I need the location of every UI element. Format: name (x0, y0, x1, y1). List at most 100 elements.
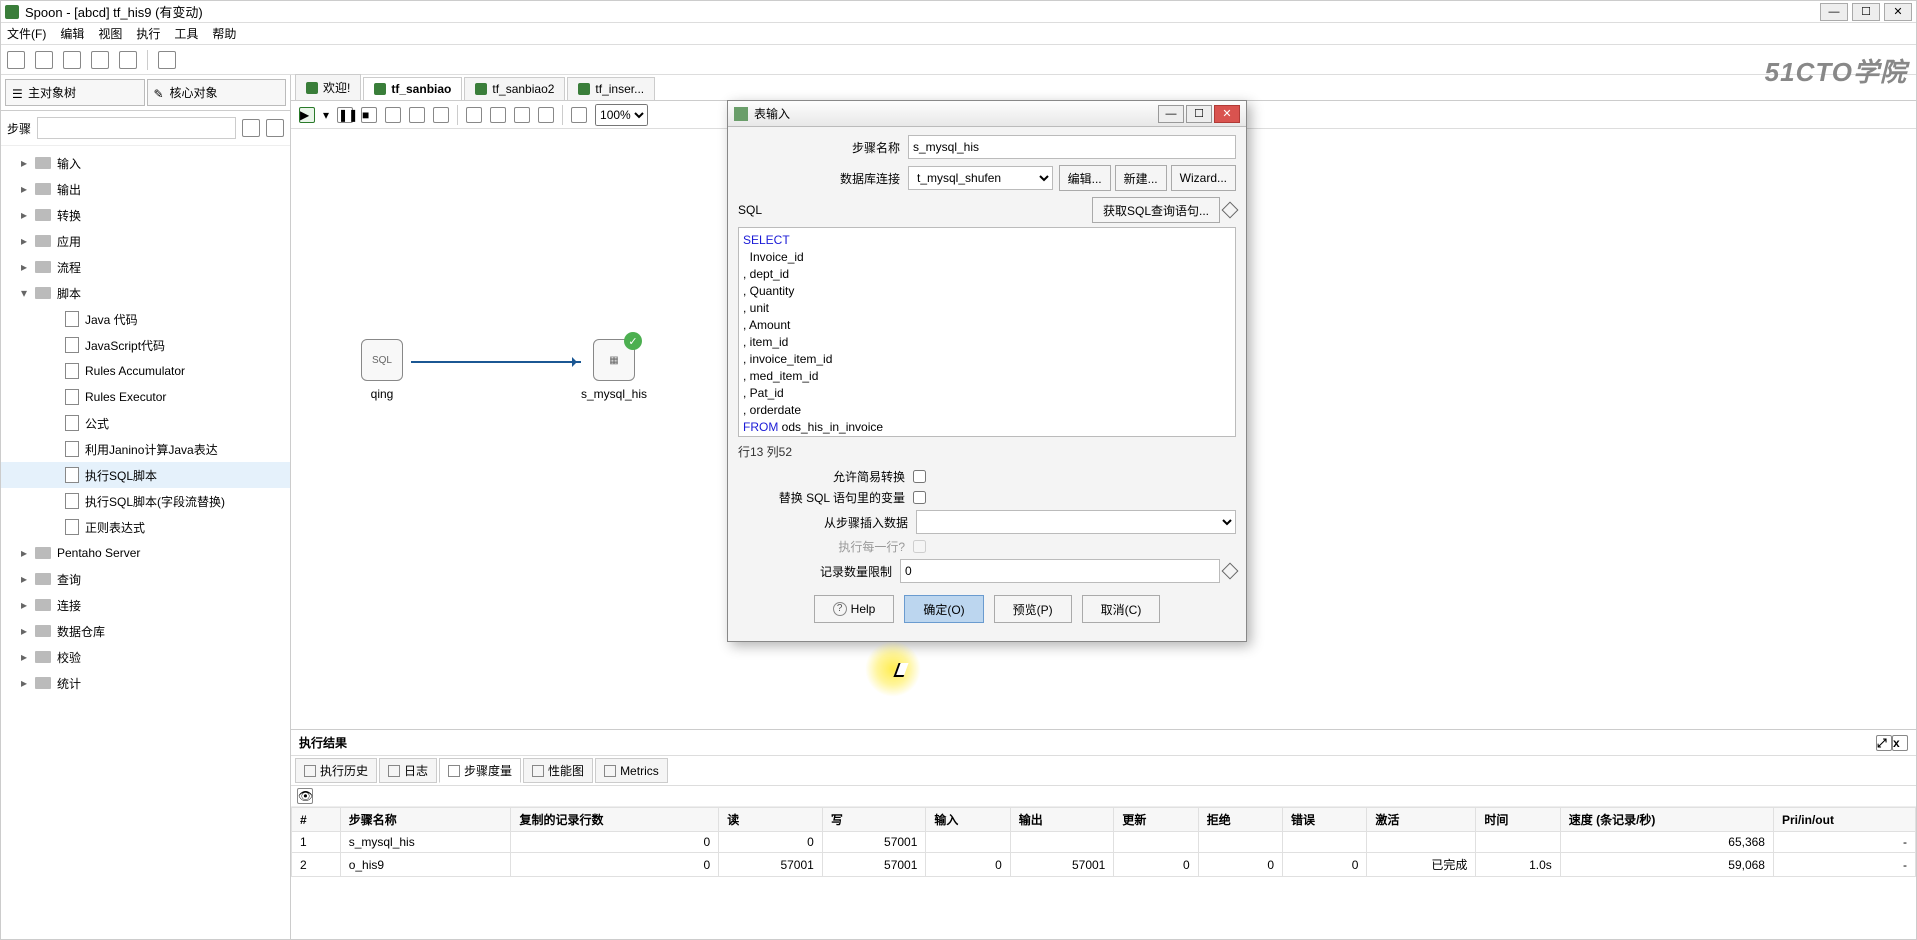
perspective-icon[interactable] (158, 51, 176, 69)
tab-sanbiao[interactable]: tf_sanbiao (363, 77, 462, 100)
stop-icon[interactable]: ■ (361, 107, 377, 123)
save-icon[interactable] (91, 51, 109, 69)
results-close-icon[interactable]: x (1892, 735, 1908, 751)
col-pri[interactable]: Pri/in/out (1773, 808, 1915, 832)
sql-icon[interactable] (514, 107, 530, 123)
tab-sanbiao2[interactable]: tf_sanbiao2 (464, 77, 565, 100)
impact-icon[interactable] (490, 107, 506, 123)
expand-icon[interactable]: ▸ (19, 650, 29, 664)
ok-button[interactable]: 确定(O) (904, 595, 983, 623)
debug-icon[interactable] (409, 107, 425, 123)
col-status[interactable]: 激活 (1367, 808, 1476, 832)
tree-item-app[interactable]: ▸应用 (1, 228, 290, 254)
db-wizard-button[interactable]: Wizard... (1171, 165, 1236, 191)
expand-icon[interactable]: ▸ (19, 624, 29, 638)
col-input[interactable]: 输入 (926, 808, 1010, 832)
db-edit-button[interactable]: 编辑... (1059, 165, 1111, 191)
expand-all-icon[interactable] (242, 119, 260, 137)
menu-view[interactable]: 视图 (98, 25, 122, 42)
replace-vars-checkbox[interactable] (913, 491, 926, 504)
tree-item-regex[interactable]: 正则表达式 (1, 514, 290, 540)
cancel-button[interactable]: 取消(C) (1082, 595, 1161, 623)
col-speed[interactable]: 速度 (条记录/秒) (1560, 808, 1773, 832)
run-dropdown-icon[interactable]: ▾ (323, 108, 329, 122)
tree-item-connect[interactable]: ▸连接 (1, 592, 290, 618)
hop-arrow[interactable] (411, 361, 581, 363)
tree-item-dw[interactable]: ▸数据仓库 (1, 618, 290, 644)
col-num[interactable]: # (292, 808, 341, 832)
expand-icon[interactable]: ▸ (19, 182, 29, 196)
dialog-minimize-button[interactable]: — (1158, 105, 1184, 123)
tree-item-validate[interactable]: ▸校验 (1, 644, 290, 670)
results-expand-icon[interactable]: ⤢ (1876, 735, 1892, 751)
limit-input[interactable] (900, 559, 1220, 583)
tree-item-stats[interactable]: ▸统计 (1, 670, 290, 696)
tree-item-js[interactable]: JavaScript代码 (1, 332, 290, 358)
col-time[interactable]: 时间 (1476, 808, 1560, 832)
col-update[interactable]: 更新 (1114, 808, 1198, 832)
tree-item-script[interactable]: ▾脚本 (1, 280, 290, 306)
expand-icon[interactable]: ▸ (19, 234, 29, 248)
canvas-node-qing[interactable]: SQL qing (361, 339, 403, 401)
tree-item-janino[interactable]: 利用Janino计算Java表达 (1, 436, 290, 462)
explore-db-icon[interactable] (538, 107, 554, 123)
tree-item-transform[interactable]: ▸转换 (1, 202, 290, 228)
results-tab-metrics2[interactable]: Metrics (595, 758, 668, 783)
results-tab-history[interactable]: 执行历史 (295, 758, 377, 783)
col-copied[interactable]: 复制的记录行数 (511, 808, 719, 832)
col-error[interactable]: 错误 (1283, 808, 1367, 832)
new-icon[interactable] (7, 51, 25, 69)
eye-icon[interactable]: 👁 (297, 788, 313, 804)
sql-textarea[interactable]: SELECT Invoice_id , dept_id , Quantity ,… (738, 227, 1236, 437)
results-tab-log[interactable]: 日志 (379, 758, 437, 783)
tree-item-rules-acc[interactable]: Rules Accumulator (1, 358, 290, 384)
expand-icon[interactable]: ▸ (19, 546, 29, 560)
col-output[interactable]: 输出 (1010, 808, 1114, 832)
close-button[interactable]: ✕ (1884, 3, 1912, 21)
dialog-maximize-button[interactable]: ☐ (1186, 105, 1212, 123)
table-row[interactable]: 2o_his905700157001057001000已完成1.0s59,068… (292, 853, 1916, 877)
tree-item-pentaho[interactable]: ▸Pentaho Server (1, 540, 290, 566)
variable-icon[interactable] (1222, 563, 1239, 580)
tree-item-exec-sql-replace[interactable]: 执行SQL脚本(字段流替换) (1, 488, 290, 514)
expand-icon[interactable]: ▸ (19, 676, 29, 690)
step-name-input[interactable] (908, 135, 1236, 159)
tree-item-formula[interactable]: 公式 (1, 410, 290, 436)
col-read[interactable]: 读 (719, 808, 823, 832)
menu-file[interactable]: 文件(F) (7, 25, 46, 42)
results-tab-metrics[interactable]: 步骤度量 (439, 758, 521, 783)
expand-icon[interactable]: ▸ (19, 208, 29, 222)
dialog-close-button[interactable]: ✕ (1214, 105, 1240, 123)
preview-button[interactable]: 预览(P) (994, 595, 1072, 623)
open-icon[interactable] (35, 51, 53, 69)
saveas-icon[interactable] (119, 51, 137, 69)
preview-icon[interactable] (385, 107, 401, 123)
tree-item-output[interactable]: ▸输出 (1, 176, 290, 202)
expand-icon[interactable]: ▸ (19, 260, 29, 274)
expand-icon[interactable]: ▸ (19, 156, 29, 170)
col-step[interactable]: 步骤名称 (340, 808, 511, 832)
variable-icon[interactable] (1222, 202, 1239, 219)
tree-item-query[interactable]: ▸查询 (1, 566, 290, 592)
help-button[interactable]: ?Help (814, 595, 895, 623)
check-icon[interactable] (466, 107, 482, 123)
pause-icon[interactable]: ❚❚ (337, 107, 353, 123)
collapse-icon[interactable]: ▾ (19, 286, 29, 300)
sidebar-tab-main[interactable]: ☰主对象树 (5, 79, 145, 106)
allow-simple-checkbox[interactable] (913, 470, 926, 483)
menu-help[interactable]: 帮助 (212, 25, 236, 42)
table-row[interactable]: 1s_mysql_his005700165,368- (292, 832, 1916, 853)
tree-item-exec-sql[interactable]: 执行SQL脚本 (1, 462, 290, 488)
explore-icon[interactable] (63, 51, 81, 69)
tree-item-java[interactable]: Java 代码 (1, 306, 290, 332)
expand-icon[interactable]: ▸ (19, 598, 29, 612)
replay-icon[interactable] (433, 107, 449, 123)
zoom-select[interactable]: 100% (595, 104, 648, 126)
run-icon[interactable]: ▶ (299, 107, 315, 123)
canvas-node-smysqlhis[interactable]: ▦ ✓ s_mysql_his (581, 339, 647, 401)
tree-item-rules-exec[interactable]: Rules Executor (1, 384, 290, 410)
results-tab-perf[interactable]: 性能图 (523, 758, 593, 783)
menu-run[interactable]: 执行 (136, 25, 160, 42)
db-conn-select[interactable]: t_mysql_shufen (908, 166, 1053, 190)
col-reject[interactable]: 拒绝 (1198, 808, 1282, 832)
